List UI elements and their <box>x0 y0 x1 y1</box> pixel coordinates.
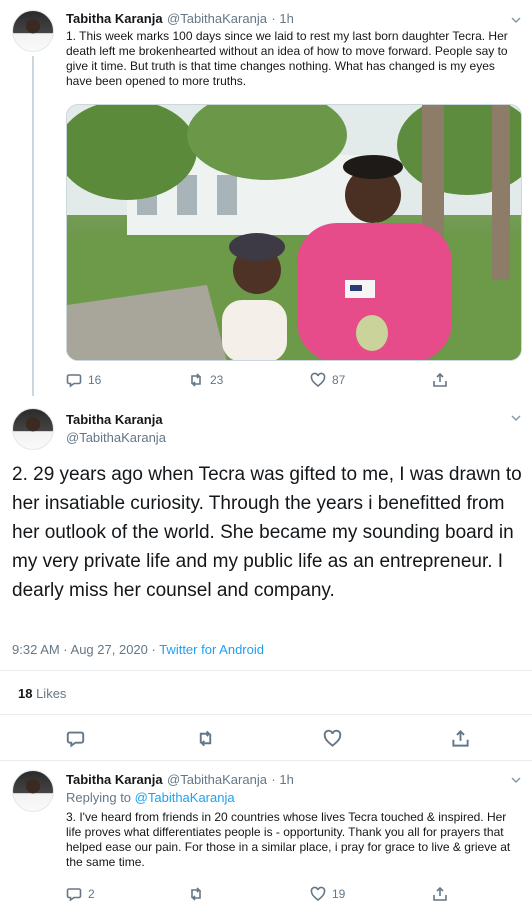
retweet-button[interactable]: 23 <box>188 372 223 388</box>
divider <box>0 714 532 715</box>
retweet-button[interactable] <box>196 729 215 748</box>
share-button[interactable] <box>451 729 470 748</box>
tweet-text: 3. I've heard from friends in 20 countri… <box>66 810 511 869</box>
tweet-timestamp[interactable]: 9:32 AM · Aug 27, 2020 · <box>12 642 159 657</box>
reply-icon <box>66 731 85 748</box>
avatar[interactable] <box>12 10 54 52</box>
divider <box>0 760 532 761</box>
tweet-timestamp-line: 9:32 AM · Aug 27, 2020 · Twitter for And… <box>12 642 264 657</box>
photo-image <box>67 105 521 360</box>
author-name[interactable]: Tabitha Karanja <box>66 11 163 26</box>
retweet-icon <box>199 730 212 747</box>
avatar[interactable] <box>12 770 54 812</box>
tweet-text: 2. 29 years ago when Tecra was gifted to… <box>12 464 522 601</box>
like-button[interactable]: 87 <box>310 372 345 388</box>
author-name[interactable]: Tabitha Karanja <box>66 772 163 787</box>
replying-to-handle[interactable]: @TabithaKaranja <box>135 790 235 805</box>
tweet-text: 1. This week marks 100 days since we lai… <box>66 29 508 88</box>
retweet-count: 23 <box>210 373 224 387</box>
author-handle[interactable]: @TabithaKaranja <box>167 11 267 26</box>
like-count: 19 <box>332 887 346 901</box>
avatar[interactable] <box>12 408 54 450</box>
retweet-icon <box>191 887 201 901</box>
share-button[interactable] <box>432 886 448 902</box>
tweet1-header: Tabitha Karanja @TabithaKaranja · 1h <box>66 10 294 28</box>
reply-count: 2 <box>88 887 95 901</box>
heart-icon <box>310 886 326 902</box>
author-handle[interactable]: @TabithaKaranja <box>66 430 166 445</box>
reply-button[interactable]: 2 <box>66 886 95 902</box>
heart-icon <box>310 372 326 388</box>
retweet-icon <box>191 373 201 387</box>
heart-icon <box>323 729 342 747</box>
like-button[interactable]: 19 <box>310 886 345 902</box>
chevron-down-icon[interactable] <box>510 774 522 786</box>
thread-line <box>32 56 34 396</box>
tweet-time[interactable]: · 1h <box>271 772 293 787</box>
reply-icon <box>66 374 82 388</box>
share-icon <box>433 886 447 901</box>
retweet-button[interactable] <box>188 886 210 902</box>
divider <box>0 670 532 671</box>
tweet-photo[interactable] <box>66 104 522 361</box>
author-name[interactable]: Tabitha Karanja <box>66 412 163 427</box>
chevron-down-icon[interactable] <box>510 14 522 26</box>
like-button[interactable] <box>323 729 342 748</box>
reply-icon <box>66 888 82 902</box>
replying-prefix: Replying to <box>66 790 135 805</box>
tweet-source[interactable]: Twitter for Android <box>159 642 264 657</box>
replying-to-line: Replying to @TabithaKaranja <box>66 790 235 805</box>
reply-button[interactable] <box>66 729 85 748</box>
likes-label: Likes <box>32 686 67 701</box>
author-handle[interactable]: @TabithaKaranja <box>167 772 267 787</box>
share-icon <box>433 372 447 387</box>
reply-count: 16 <box>88 373 102 387</box>
tweet3-header: Tabitha Karanja @TabithaKaranja · 1h <box>66 771 294 789</box>
tweet-time[interactable]: · 1h <box>271 11 293 26</box>
chevron-down-icon[interactable] <box>510 412 522 424</box>
share-button[interactable] <box>432 372 448 388</box>
likes-summary[interactable]: 18 Likes <box>18 686 66 701</box>
share-icon <box>452 730 469 747</box>
likes-total: 18 <box>18 686 33 701</box>
like-count: 87 <box>332 373 346 387</box>
reply-button[interactable]: 16 <box>66 372 101 388</box>
